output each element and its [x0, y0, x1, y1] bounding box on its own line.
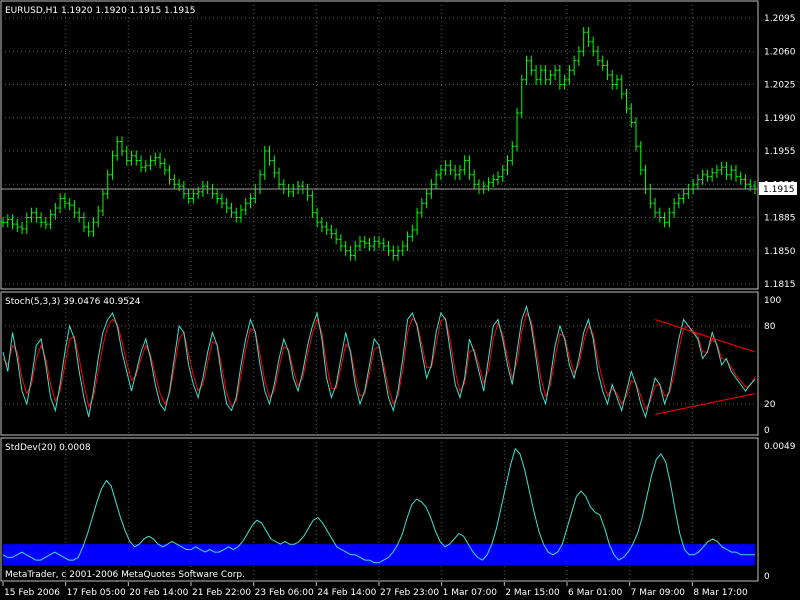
price-tick-label: 1.2060	[764, 47, 796, 57]
time-tick-label: 2 Mar 15:00	[505, 588, 560, 598]
stochastic-tick-label: 0	[764, 426, 770, 436]
stochastic-tick-label: 100	[764, 296, 781, 306]
time-tick-label: 23 Feb 06:00	[255, 588, 314, 598]
time-tick-label: 20 Feb 14:00	[129, 588, 188, 598]
stddev-tick-label: 0	[764, 572, 770, 582]
price-axis: 1.20951.20601.20251.19901.19551.19201.18…	[759, 14, 797, 290]
time-tick-label: 6 Mar 01:00	[568, 588, 623, 598]
time-tick-label: 8 Mar 17:00	[693, 588, 748, 598]
time-tick-label: 27 Feb 23:00	[380, 588, 439, 598]
price-tick-label: 1.1850	[764, 247, 796, 257]
price-tick-label: 1.1990	[764, 114, 796, 124]
time-tick-label: 21 Feb 22:00	[192, 588, 251, 598]
stddev-header: StdDev(20) 0.0008	[5, 443, 91, 453]
stochastic-header: Stoch(5,3,3) 39.0476 40.9524	[5, 297, 141, 307]
time-tick-label: 1 Mar 07:00	[443, 588, 498, 598]
stochastic-tick-label: 80	[764, 322, 776, 332]
time-tick-label: 15 Feb 2006	[4, 588, 60, 598]
time-tick-label: 17 Feb 05:00	[67, 588, 126, 598]
time-tick-label: 24 Feb 14:00	[317, 588, 376, 598]
stochastic-tick-label: 20	[764, 400, 776, 410]
price-tick-label: 1.1815	[764, 280, 796, 290]
price-header: EURUSD,H1 1.1920 1.1920 1.1915 1.1915	[5, 6, 196, 16]
price-tick-label: 1.2095	[764, 14, 796, 24]
stddev-tick-label: 0.0049	[764, 442, 796, 452]
price-tick-label: 1.2025	[764, 81, 796, 91]
price-tick-label: 1.1955	[764, 147, 796, 157]
copyright-text: MetaTrader, c 2001-2006 MetaQuotes Softw…	[5, 570, 245, 580]
time-tick-label: 7 Mar 09:00	[631, 588, 686, 598]
metatrader-chart[interactable]: 1.20951.20601.20251.19901.19551.19201.18…	[0, 0, 800, 600]
price-tick-label: 1.1885	[764, 214, 796, 224]
current-price-label: 1.1915	[763, 185, 795, 195]
